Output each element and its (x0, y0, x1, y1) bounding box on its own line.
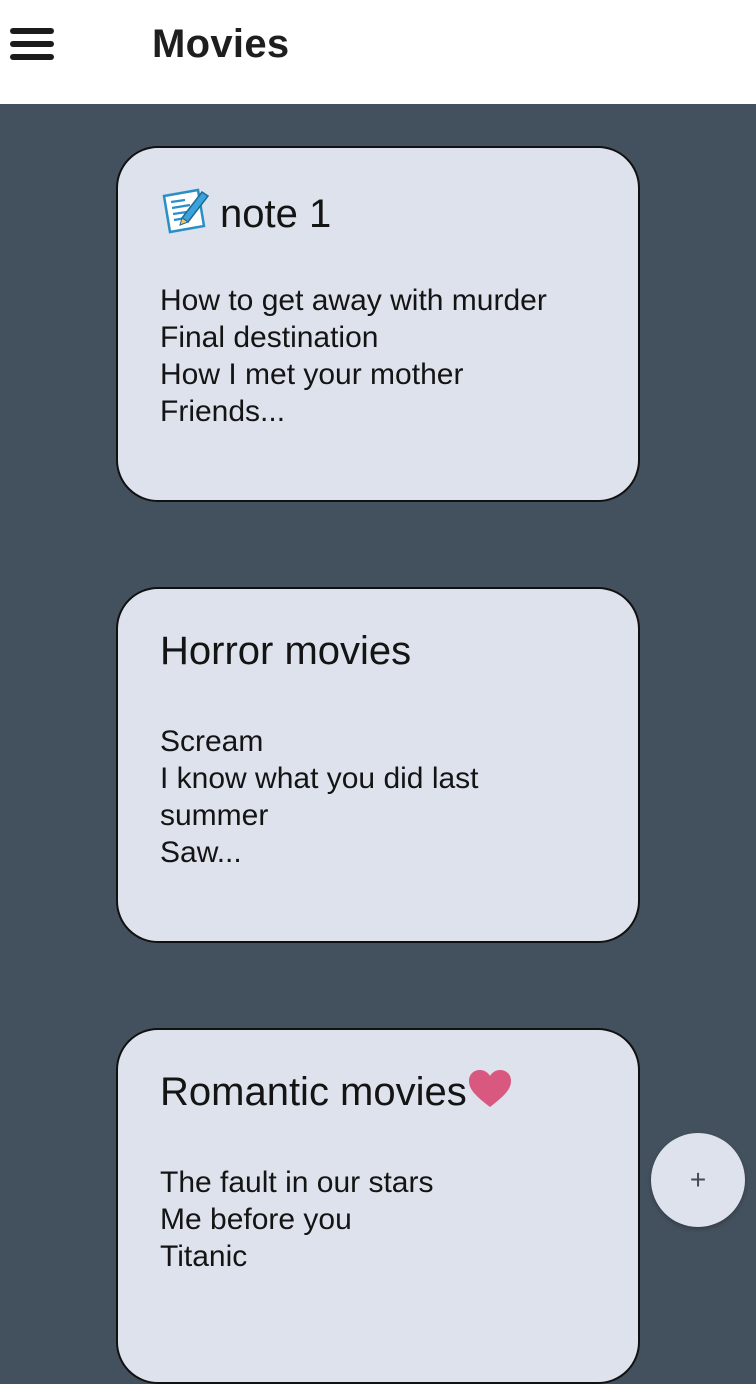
note-line: How I met your mother (160, 358, 464, 391)
note-card[interactable]: Horror movies Scream I know what you did… (116, 587, 640, 943)
menu-button[interactable] (6, 22, 58, 68)
note-line: The fault in our stars (160, 1166, 434, 1199)
hamburger-menu-icon (10, 28, 54, 34)
note-title-row: Romantic movies (160, 1068, 513, 1120)
note-line: Saw... (160, 836, 242, 869)
memo-icon (160, 186, 210, 247)
hamburger-menu-icon-bar (10, 41, 54, 47)
note-body: Scream I know what you did last summer S… (160, 723, 600, 871)
note-line: summer (160, 799, 269, 832)
note-line: Scream (160, 725, 264, 758)
note-line: Friends... (160, 395, 286, 428)
note-card[interactable]: Romantic movies The fault in our stars M… (116, 1028, 640, 1384)
note-line: Titanic (160, 1240, 248, 1273)
note-card[interactable]: note 1 How to get away with murder Final… (116, 146, 640, 502)
heart-icon (467, 1069, 513, 1120)
note-title-row: note 1 (160, 186, 331, 247)
note-title: Horror movies (160, 629, 412, 673)
hamburger-menu-icon-bar (10, 54, 54, 60)
note-title: Romantic movies (160, 1070, 467, 1114)
app-bar: Movies (0, 0, 756, 104)
note-line: How to get away with murder (160, 284, 547, 317)
note-title: note 1 (220, 192, 332, 237)
note-body: How to get away with murder Final destin… (160, 282, 600, 430)
note-line: Final destination (160, 321, 379, 354)
add-icon: + (689, 1164, 707, 1195)
note-line: Me before you (160, 1203, 352, 1236)
add-note-button[interactable]: + (651, 1133, 745, 1227)
note-body: The fault in our stars Me before you Tit… (160, 1164, 600, 1275)
note-line: I know what you did last (160, 762, 479, 795)
page-title: Movies (152, 22, 290, 66)
